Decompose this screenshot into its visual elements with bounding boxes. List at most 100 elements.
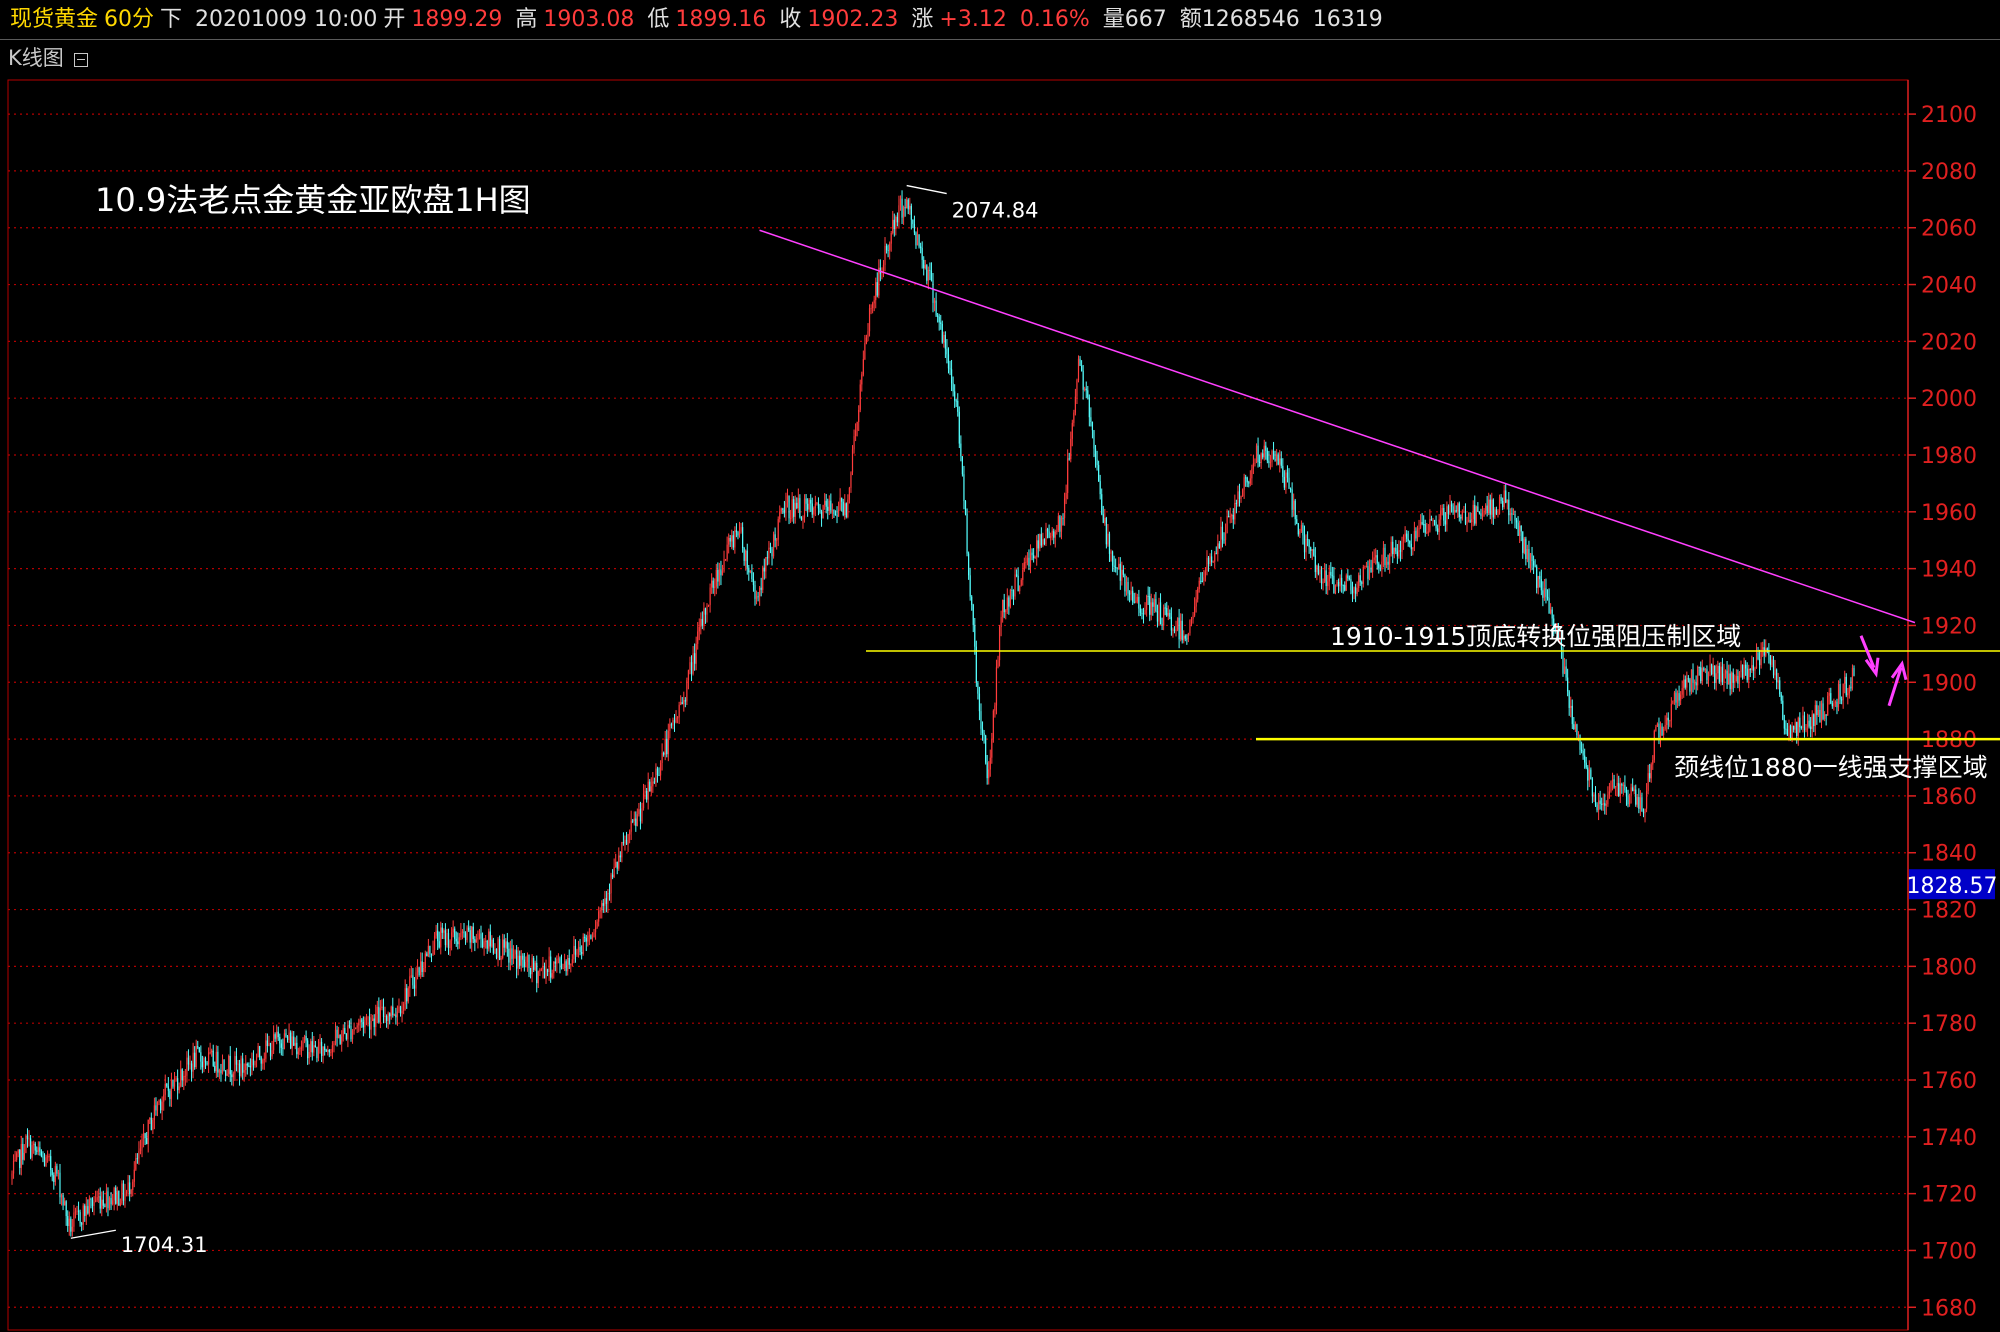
candle-body <box>805 498 807 504</box>
candle-body <box>1102 514 1104 523</box>
candle-body <box>828 500 830 511</box>
candle-body <box>1279 458 1281 465</box>
y-tick-label: 1920 <box>1921 614 1977 639</box>
candle-body <box>1610 781 1612 792</box>
candle-body <box>817 502 820 509</box>
candle-body <box>1432 519 1434 521</box>
candle-body <box>458 937 460 945</box>
candle-body <box>1822 703 1824 719</box>
candle-body <box>370 1021 372 1030</box>
candle-body <box>1043 539 1046 545</box>
candle-body <box>701 618 703 626</box>
candle-body <box>1246 477 1248 483</box>
candle-body <box>461 931 464 933</box>
candle-body <box>455 938 457 942</box>
candle-body <box>62 1195 64 1206</box>
candle-body <box>180 1069 182 1087</box>
candle-body <box>246 1063 248 1066</box>
high-label: 高 <box>515 7 538 32</box>
candle-body <box>717 569 719 582</box>
candle-body <box>847 499 849 517</box>
candle-body <box>1234 502 1236 520</box>
candle-body <box>1387 561 1389 565</box>
candle-body <box>25 1135 27 1153</box>
candle-body <box>1033 555 1035 559</box>
candle-body <box>1522 531 1524 553</box>
candle-body <box>1517 522 1519 536</box>
candle-body <box>1113 565 1115 568</box>
candle-body <box>1525 538 1527 560</box>
candle-body <box>1398 550 1400 557</box>
candle-body <box>1690 669 1693 692</box>
candle-body <box>986 762 988 779</box>
candle-body <box>311 1041 313 1053</box>
candle-body <box>749 570 751 573</box>
candle-body <box>481 938 484 948</box>
candle-body <box>255 1057 258 1061</box>
candle-body <box>483 941 485 948</box>
candle-body <box>1087 390 1089 398</box>
y-tick-label: 1900 <box>1921 671 1977 696</box>
volume-label: 量667 <box>1102 7 1167 32</box>
candle-body <box>907 199 909 210</box>
candle-body <box>748 567 750 573</box>
direction-label[interactable]: 下 <box>160 7 182 32</box>
candle-body <box>1427 531 1429 533</box>
candle-body <box>1418 527 1420 530</box>
candle-body <box>1344 585 1346 591</box>
candle-body <box>1385 561 1388 565</box>
candle-body <box>743 548 745 561</box>
candle-body <box>1401 541 1403 552</box>
period-label[interactable]: 60分 <box>104 7 154 32</box>
candle-body <box>1684 679 1686 688</box>
candle-body <box>1313 549 1315 556</box>
candle-body <box>554 961 556 964</box>
candle-body <box>1147 595 1149 597</box>
kline-tab[interactable]: K线图 <box>8 46 64 70</box>
collapse-icon[interactable] <box>73 53 88 67</box>
candle-body <box>692 653 694 674</box>
candle-body <box>1336 581 1338 586</box>
candle-body <box>124 1193 126 1201</box>
candle-body <box>1342 584 1344 586</box>
candle-body <box>426 953 428 957</box>
y-tick-label: 1680 <box>1921 1296 1977 1321</box>
candle-body <box>1653 730 1655 760</box>
candlestick-chart[interactable]: 1680 1700 1720 1740 1760 1780 1800 1820 1840 1860… <box>0 76 2000 1332</box>
candle-body <box>334 1029 337 1044</box>
candle-body <box>29 1138 32 1158</box>
candle-body <box>491 939 493 947</box>
candle-body <box>1505 490 1507 503</box>
candle-body <box>1676 693 1679 703</box>
candle-body <box>966 513 968 554</box>
candle-body <box>1330 571 1332 576</box>
candle-body <box>500 958 502 960</box>
candle-body <box>68 1218 70 1227</box>
candle-body <box>375 1013 377 1028</box>
y-tick-label: 2060 <box>1921 217 1977 242</box>
high-marker-line <box>906 184 947 195</box>
candle-body <box>661 752 663 763</box>
candle-body <box>1108 533 1111 554</box>
instrument-name[interactable]: 现货黄金 <box>10 7 98 32</box>
candle-body <box>1748 669 1750 680</box>
change-value: +3.12 <box>939 7 1007 32</box>
candle-body <box>794 502 796 517</box>
candle-body <box>1406 533 1408 539</box>
candle-body <box>596 921 598 928</box>
candle-body <box>372 1018 374 1022</box>
candle-body <box>1235 502 1237 504</box>
candle-body <box>1306 538 1309 540</box>
candle-body <box>421 961 423 972</box>
open-label: 开 <box>383 7 406 32</box>
candle-body <box>1698 666 1700 668</box>
y-tick-label: 1860 <box>1921 785 1977 810</box>
candle-body <box>1158 602 1160 622</box>
candle-body <box>584 936 586 938</box>
candle-body <box>1407 538 1409 541</box>
candle-body <box>163 1094 165 1102</box>
candle-body <box>985 735 987 763</box>
candle-body <box>1297 523 1299 535</box>
candle-body <box>853 436 855 450</box>
candle-body <box>855 430 857 437</box>
